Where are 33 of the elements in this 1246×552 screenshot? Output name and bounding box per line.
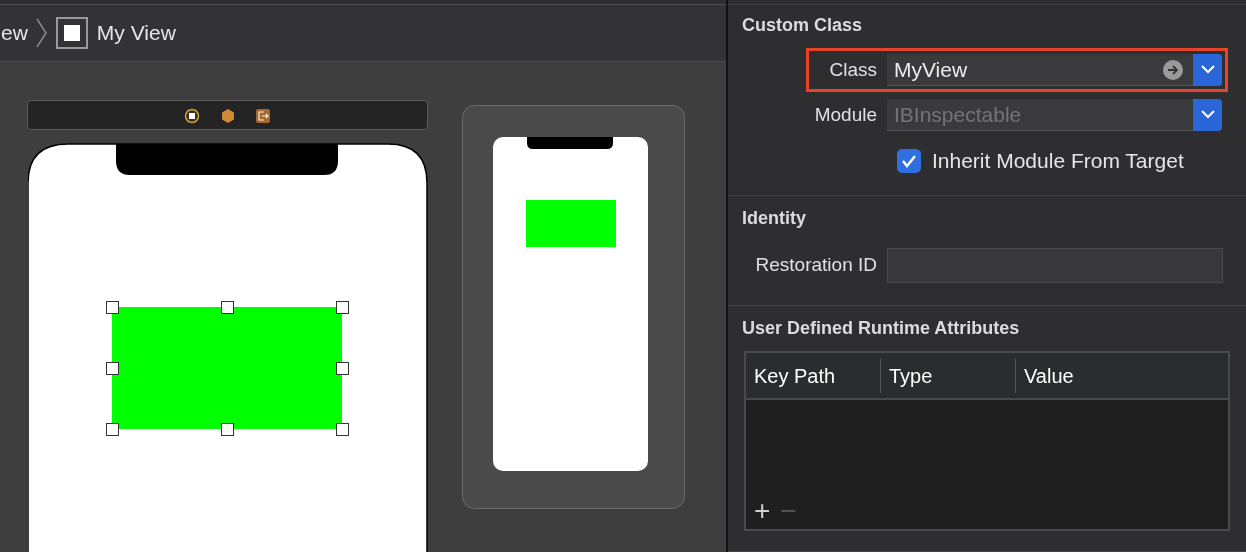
view-controller-icon[interactable] <box>184 108 200 124</box>
field-label: Restoration ID <box>754 253 878 278</box>
resize-handle[interactable] <box>106 423 119 436</box>
popup-button[interactable] <box>1193 53 1222 86</box>
field-label: Module <box>813 102 878 127</box>
resize-handle[interactable] <box>336 423 349 436</box>
column-header[interactable]: Type <box>881 358 1016 393</box>
checkbox[interactable] <box>897 148 921 173</box>
resize-handle[interactable] <box>336 301 349 314</box>
field-label: Class <box>828 57 878 82</box>
chevron-icon <box>35 18 48 48</box>
resize-handle[interactable] <box>221 301 234 314</box>
section-title: User Defined Runtime Attributes <box>742 317 1021 340</box>
resize-handle[interactable] <box>106 301 119 314</box>
resize-handle[interactable] <box>221 423 234 436</box>
combo-box[interactable]: MyView <box>887 54 1222 86</box>
resize-handle[interactable] <box>336 362 349 375</box>
chevron-down-icon <box>1200 65 1215 74</box>
cube-icon[interactable] <box>220 108 236 124</box>
checkmark-icon <box>901 153 917 168</box>
chevron-down-icon <box>1200 110 1215 119</box>
column-header[interactable]: Key Path <box>746 358 881 393</box>
section-title: Custom Class <box>742 14 864 37</box>
column-header[interactable]: Value <box>1016 358 1228 393</box>
input-field[interactable] <box>887 248 1223 283</box>
breadcrumb-item[interactable]: ew <box>1 17 28 49</box>
breadcrumb-item[interactable]: My View <box>55 17 176 49</box>
resize-handle[interactable] <box>106 362 119 375</box>
checkbox-label: Inherit Module From Target <box>932 148 1184 174</box>
exit-icon[interactable] <box>255 108 271 124</box>
view-icon <box>55 17 88 49</box>
add-button[interactable]: + <box>754 497 771 525</box>
section-title: Identity <box>742 207 807 230</box>
